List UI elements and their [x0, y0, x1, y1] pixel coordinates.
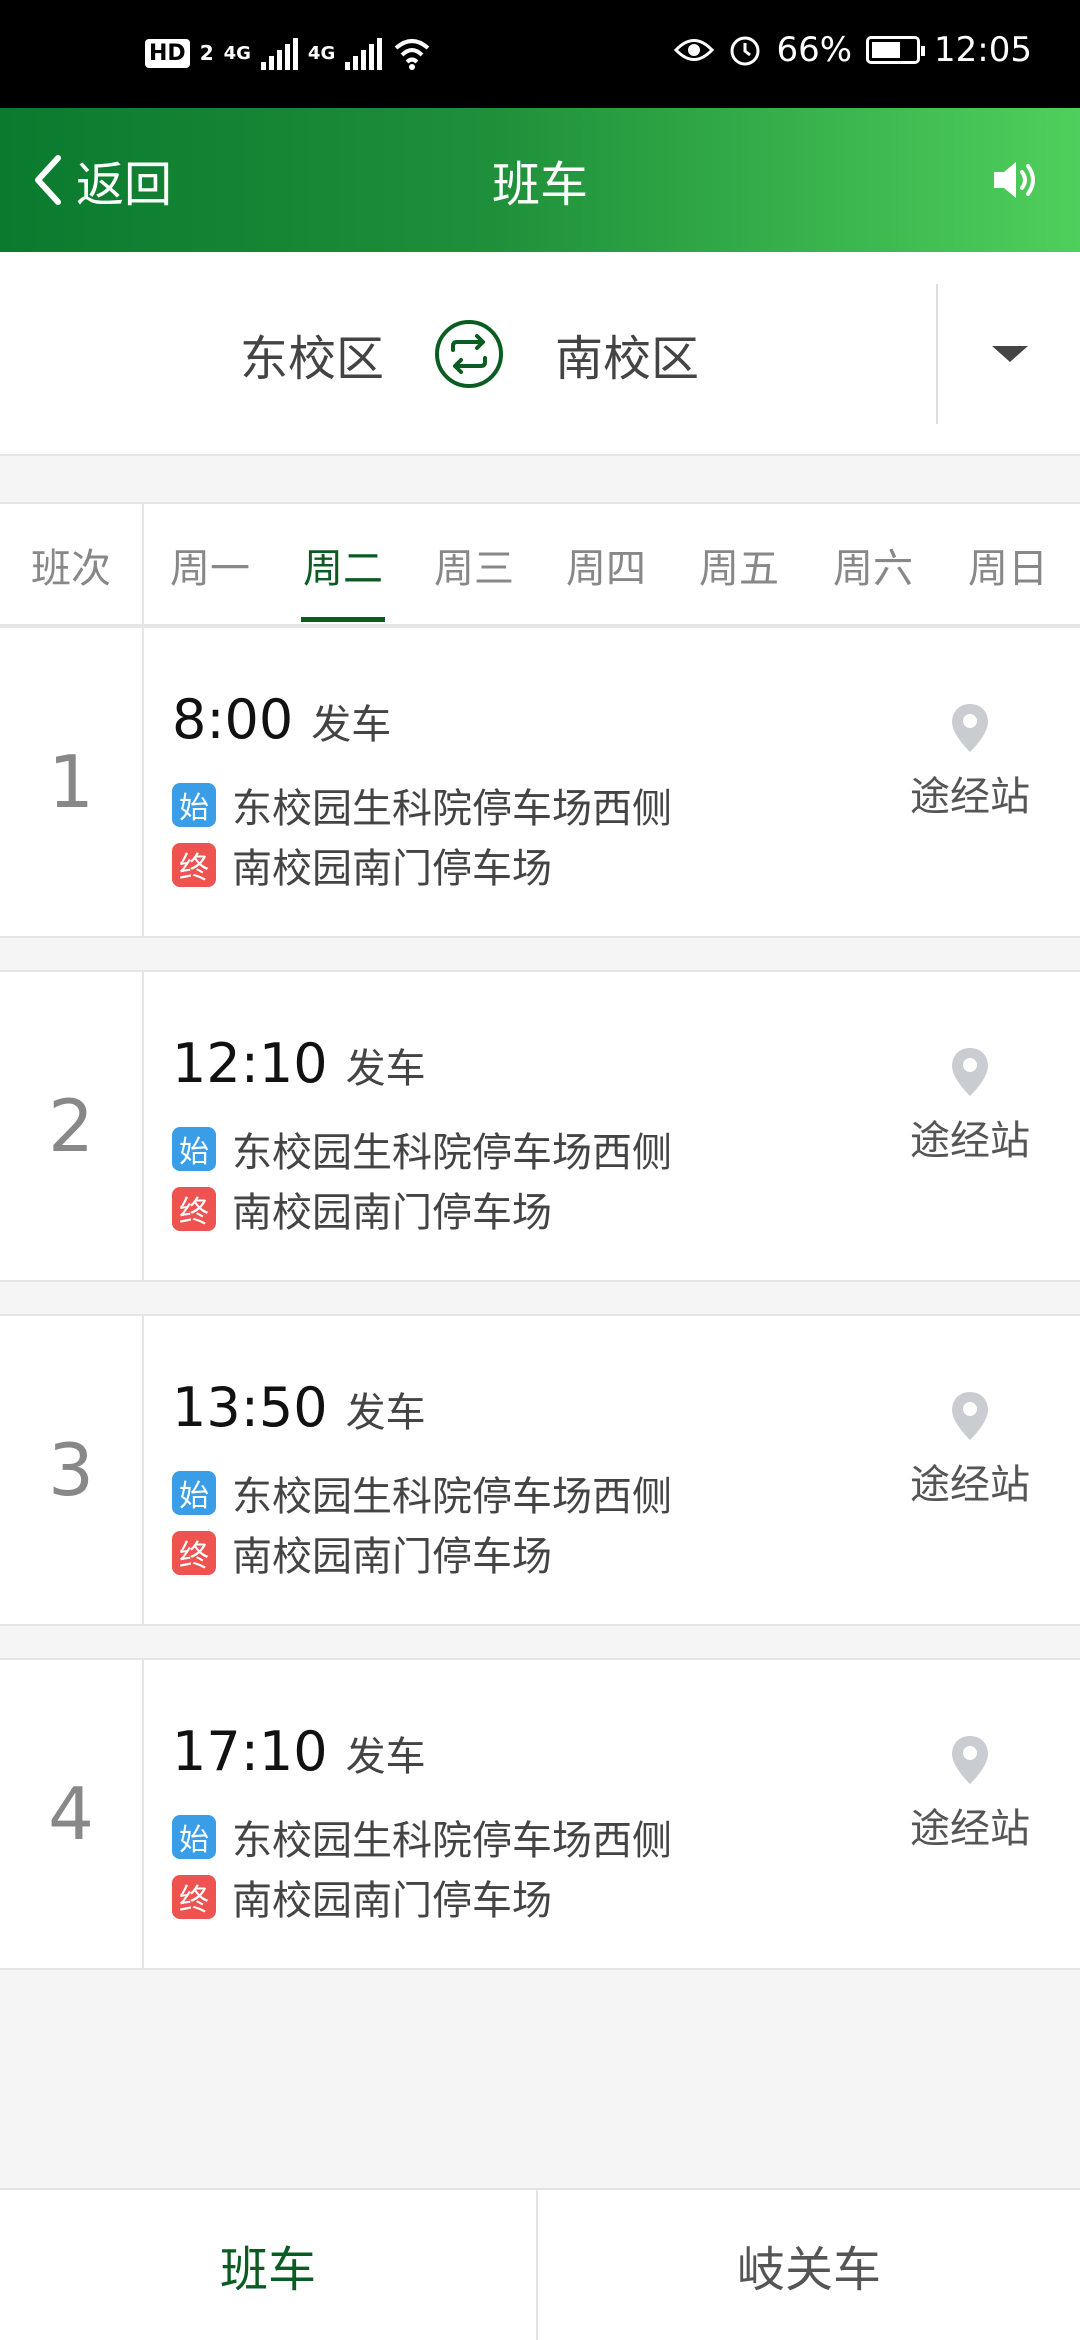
- tab-day-5[interactable]: 周五: [679, 504, 799, 626]
- trip-end-stop: 终南校园南门停车场: [172, 1524, 552, 1582]
- end-stop-name: 南校园南门停车场: [232, 1190, 552, 1236]
- trip-time-row: 17:10 发车: [172, 1720, 426, 1783]
- hd-badge: HD: [145, 38, 190, 68]
- tab-day-4[interactable]: 周四: [546, 504, 666, 626]
- signal-icon-1: [260, 36, 298, 70]
- battery-icon: [866, 36, 926, 64]
- route-from[interactable]: 东校区: [240, 252, 384, 456]
- bottom-tab-bar: 班车 岐关车: [0, 2188, 1080, 2340]
- trip-start-stop: 始东校园生科院停车场西侧: [172, 776, 672, 834]
- start-badge: 始: [172, 1815, 216, 1859]
- end-badge: 终: [172, 1187, 216, 1231]
- caret-down-icon: [992, 346, 1028, 362]
- trip-time: 8:00: [172, 688, 294, 751]
- start-stop-name: 东校园生科院停车场西侧: [232, 1818, 672, 1864]
- network-label-1: 4G: [223, 42, 251, 64]
- end-stop-name: 南校园南门停车场: [232, 846, 552, 892]
- trip-time-row: 8:00 发车: [172, 688, 391, 751]
- trip-number: 4: [0, 1660, 144, 1968]
- battery-percent: 66%: [776, 30, 853, 70]
- trip-card[interactable]: 2 12:10 发车始东校园生科院停车场西侧终南校园南门停车场 途经站: [0, 970, 1080, 1282]
- sim-label: 2: [199, 41, 214, 65]
- tab-shuttle[interactable]: 班车: [0, 2190, 538, 2340]
- route-dropdown-button[interactable]: [960, 318, 1060, 390]
- signal-icon-2: [345, 36, 383, 70]
- tab-day-6[interactable]: 周六: [813, 504, 933, 626]
- network-label-2: 4G: [307, 42, 336, 64]
- via-label: 途经站: [910, 1462, 1030, 1508]
- trip-number: 2: [0, 972, 144, 1280]
- tab-day-2[interactable]: 周二: [283, 504, 403, 626]
- depart-label: 发车: [345, 1390, 426, 1436]
- status-left: HD 2 4G 4G: [145, 36, 432, 70]
- trip-time: 17:10: [172, 1720, 328, 1783]
- trip-number: 1: [0, 628, 144, 936]
- via-stops-button[interactable]: 途经站: [900, 1390, 1040, 1510]
- location-pin-icon: [952, 1048, 988, 1096]
- trip-card[interactable]: 4 17:10 发车始东校园生科院停车场西侧终南校园南门停车场 途经站: [0, 1658, 1080, 1970]
- trip-end-stop: 终南校园南门停车场: [172, 1180, 552, 1238]
- trip-card[interactable]: 3 13:50 发车始东校园生科院停车场西侧终南校园南门停车场 途经站: [0, 1314, 1080, 1626]
- end-badge: 终: [172, 1531, 216, 1575]
- tab-qiguan-bus[interactable]: 岐关车: [540, 2190, 1078, 2340]
- via-stops-button[interactable]: 途经站: [900, 1734, 1040, 1854]
- trip-time: 12:10: [172, 1032, 328, 1095]
- trip-end-stop: 终南校园南门停车场: [172, 1868, 552, 1926]
- divider: [936, 284, 938, 424]
- start-stop-name: 东校园生科院停车场西侧: [232, 786, 672, 832]
- app-header: 返回 班车: [0, 108, 1080, 252]
- location-pin-icon: [952, 1392, 988, 1440]
- trip-time: 13:50: [172, 1376, 328, 1439]
- route-to[interactable]: 南校区: [555, 252, 699, 456]
- tab-day-1[interactable]: 周一: [150, 504, 270, 626]
- location-pin-icon: [952, 704, 988, 752]
- via-label: 途经站: [910, 774, 1030, 820]
- status-right: 66% 12:05: [674, 30, 1032, 70]
- alarm-icon: [730, 36, 760, 66]
- end-stop-name: 南校园南门停车场: [232, 1878, 552, 1924]
- day-tabs: 班次 周一 周二 周三 周四 周五 周六 周日: [0, 502, 1080, 626]
- tab-header-shift: 班次: [0, 504, 144, 626]
- via-label: 途经站: [910, 1118, 1030, 1164]
- trip-start-stop: 始东校园生科院停车场西侧: [172, 1120, 672, 1178]
- battery-fill: [872, 42, 901, 58]
- via-label: 途经站: [910, 1806, 1030, 1852]
- start-stop-name: 东校园生科院停车场西侧: [232, 1130, 672, 1176]
- location-pin-icon: [952, 1736, 988, 1784]
- trip-start-stop: 始东校园生科院停车场西侧: [172, 1464, 672, 1522]
- start-stop-name: 东校园生科院停车场西侧: [232, 1474, 672, 1520]
- end-badge: 终: [172, 843, 216, 887]
- end-badge: 终: [172, 1875, 216, 1919]
- end-stop-name: 南校园南门停车场: [232, 1534, 552, 1580]
- depart-label: 发车: [345, 1734, 426, 1780]
- route-selector: 东校区 南校区: [0, 252, 1080, 456]
- swap-icon[interactable]: [433, 318, 505, 390]
- wifi-icon: [394, 39, 430, 70]
- speaker-icon[interactable]: [990, 154, 1042, 206]
- via-stops-button[interactable]: 途经站: [900, 1046, 1040, 1166]
- depart-label: 发车: [345, 1046, 426, 1092]
- trip-start-stop: 始东校园生科院停车场西侧: [172, 1808, 672, 1866]
- via-stops-button[interactable]: 途经站: [900, 702, 1040, 822]
- trip-time-row: 12:10 发车: [172, 1032, 426, 1095]
- trip-number: 3: [0, 1316, 144, 1624]
- eye-icon: [674, 39, 715, 61]
- clock: 12:05: [934, 30, 1032, 70]
- start-badge: 始: [172, 1471, 216, 1515]
- tab-day-3[interactable]: 周三: [414, 504, 534, 626]
- depart-label: 发车: [311, 702, 392, 748]
- page-title: 班车: [491, 157, 588, 213]
- trip-card[interactable]: 1 8:00 发车始东校园生科院停车场西侧终南校园南门停车场 途经站: [0, 626, 1080, 938]
- tab-day-7[interactable]: 周日: [948, 504, 1068, 626]
- start-badge: 始: [172, 1127, 216, 1171]
- status-bar: HD 2 4G 4G 66% 12:05: [0, 0, 1080, 108]
- trip-end-stop: 终南校园南门停车场: [172, 836, 552, 894]
- trip-time-row: 13:50 发车: [172, 1376, 426, 1439]
- start-badge: 始: [172, 783, 216, 827]
